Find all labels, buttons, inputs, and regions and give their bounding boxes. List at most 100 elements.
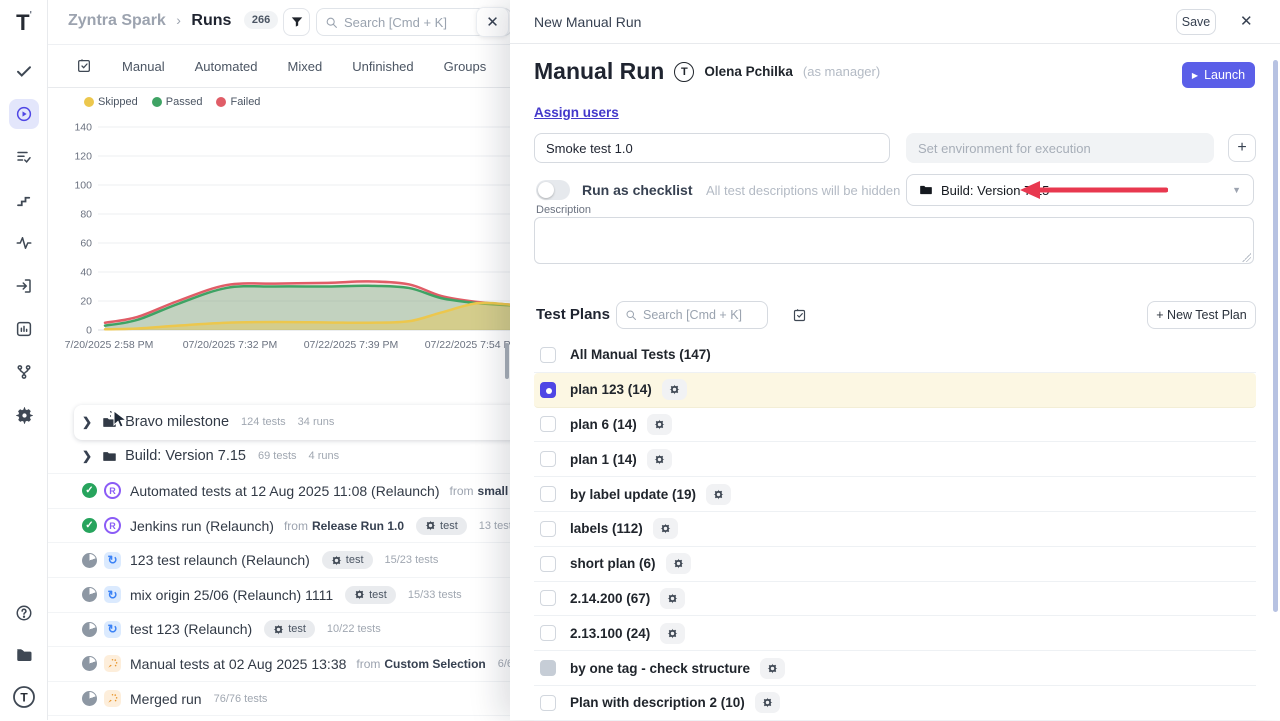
run-tag-chip[interactable]: test — [264, 620, 315, 638]
test-plan-checkbox[interactable] — [540, 660, 556, 676]
test-plan-checkbox[interactable] — [540, 416, 556, 432]
filter-button[interactable] — [283, 8, 310, 36]
breadcrumb-project[interactable]: Zyntra Spark — [68, 12, 166, 29]
run-title[interactable]: mix origin 25/06 (Relaunch) 1111 — [130, 587, 333, 603]
build-select-dropdown[interactable]: Build: Version 7.15 ▼ — [906, 174, 1254, 206]
test-plan-label[interactable]: short plan (6) — [570, 556, 656, 571]
help-icon[interactable] — [9, 598, 39, 628]
test-plan-label[interactable]: Plan with description 2 (10) — [570, 695, 745, 710]
runs-play-circle-icon[interactable] — [9, 99, 39, 129]
branch-icon[interactable] — [9, 357, 39, 387]
drawer-scrollbar-thumb[interactable] — [1273, 60, 1278, 612]
test-plan-row[interactable]: 2.14.200 (67) — [534, 582, 1256, 617]
resize-handle[interactable] — [1242, 253, 1251, 262]
test-plan-row[interactable]: plan 1 (14) — [534, 442, 1256, 477]
test-plan-label[interactable]: 2.13.100 (24) — [570, 626, 650, 641]
tab-mixed[interactable]: Mixed — [288, 59, 323, 74]
search-input[interactable] — [344, 15, 484, 30]
run-as-checklist-toggle[interactable] — [536, 180, 570, 200]
run-title[interactable]: Merged run — [130, 691, 202, 707]
test-plan-checkbox[interactable] — [540, 347, 556, 363]
owner-avatar[interactable]: T — [674, 62, 694, 82]
from-plan-name[interactable]: Release Run 1.0 — [312, 519, 404, 533]
import-icon[interactable] — [9, 271, 39, 301]
test-plan-label[interactable]: plan 6 (14) — [570, 417, 637, 432]
plan-settings-button[interactable] — [653, 518, 678, 539]
plan-settings-button[interactable] — [660, 623, 685, 644]
settings-gear-icon[interactable] — [9, 400, 39, 430]
test-plan-row[interactable]: plan 123 (14) — [534, 373, 1256, 408]
test-plan-row[interactable]: by one tag - check structure — [534, 651, 1256, 686]
test-plan-checkbox[interactable] — [540, 556, 556, 572]
plan-settings-button[interactable] — [647, 414, 672, 435]
plan-settings-button[interactable] — [755, 692, 780, 713]
test-plan-label[interactable]: 2.14.200 (67) — [570, 591, 650, 606]
app-logo-icon[interactable]: T' — [0, 10, 48, 36]
breadcrumb-current[interactable]: Runs — [191, 12, 231, 29]
expand-chevron-icon[interactable]: ❯ — [82, 415, 92, 429]
run-tag-chip[interactable]: test — [416, 517, 467, 535]
test-plan-checkbox[interactable] — [540, 590, 556, 606]
run-title[interactable]: Manual tests at 02 Aug 2025 13:38 — [130, 656, 346, 672]
plan-settings-button[interactable] — [666, 553, 691, 574]
clipboard-check-icon[interactable] — [792, 308, 807, 323]
run-title-input[interactable] — [534, 133, 890, 163]
run-title[interactable]: 123 test relaunch (Relaunch) — [130, 552, 310, 568]
search-clear-button[interactable]: ✕ — [476, 7, 509, 37]
new-test-plan-button[interactable]: + New Test Plan — [1147, 301, 1256, 329]
test-plan-label[interactable]: by label update (19) — [570, 487, 696, 502]
test-plan-checkbox[interactable] — [540, 521, 556, 537]
clipboard-check-icon[interactable] — [76, 58, 92, 74]
tab-manual[interactable]: Manual — [122, 59, 165, 74]
activity-icon[interactable] — [9, 228, 39, 258]
test-plan-checkbox[interactable] — [540, 695, 556, 711]
test-plan-checkbox[interactable] — [540, 486, 556, 502]
assign-users-link[interactable]: Assign users — [534, 105, 619, 120]
test-plan-row[interactable]: All Manual Tests (147) — [534, 338, 1256, 373]
test-plan-label[interactable]: plan 123 (14) — [570, 382, 652, 397]
run-group-title[interactable]: Bravo milestone — [125, 414, 229, 430]
test-plan-row[interactable]: by label update (19) — [534, 477, 1256, 512]
plan-settings-button[interactable] — [647, 449, 672, 470]
projects-folder-icon[interactable] — [9, 640, 39, 670]
test-plan-checkbox[interactable] — [540, 625, 556, 641]
expand-chevron-icon[interactable]: ❯ — [82, 449, 92, 463]
test-plan-label[interactable]: plan 1 (14) — [570, 452, 637, 467]
plan-settings-button[interactable] — [706, 484, 731, 505]
tab-automated[interactable]: Automated — [195, 59, 258, 74]
from-plan-name[interactable]: Custom Selection — [384, 657, 485, 671]
tab-groups[interactable]: Groups — [444, 59, 487, 74]
tests-check-icon[interactable] — [9, 56, 39, 86]
plan-settings-button[interactable] — [662, 379, 687, 400]
test-plan-label[interactable]: All Manual Tests (147) — [570, 347, 711, 362]
test-plan-checkbox[interactable] — [540, 382, 556, 398]
list-check-icon[interactable] — [9, 142, 39, 172]
run-title[interactable]: Automated tests at 12 Aug 2025 11:08 (Re… — [130, 483, 440, 499]
bar-chart-icon[interactable] — [9, 314, 39, 344]
test-plan-row[interactable]: labels (112) — [534, 512, 1256, 547]
test-plan-row[interactable]: 2.13.100 (24) — [534, 616, 1256, 651]
plan-settings-button[interactable] — [660, 588, 685, 609]
save-button[interactable]: Save — [1176, 9, 1216, 35]
plan-settings-button[interactable] — [760, 658, 785, 679]
add-environment-button[interactable]: + — [1228, 134, 1256, 162]
test-plans-search-input[interactable] — [643, 308, 753, 322]
test-plan-checkbox[interactable] — [540, 451, 556, 467]
run-tag-chip[interactable]: test — [322, 551, 373, 569]
launch-button[interactable]: ▶ Launch — [1182, 62, 1255, 88]
tab-unfinished[interactable]: Unfinished — [352, 59, 413, 74]
account-logo-circle-icon[interactable]: T — [9, 682, 39, 712]
test-plan-row[interactable]: plan 6 (14) — [534, 408, 1256, 443]
steps-icon[interactable] — [9, 185, 39, 215]
drawer-close-icon[interactable]: ✕ — [1240, 12, 1253, 30]
description-textarea[interactable] — [534, 217, 1254, 264]
run-title[interactable]: test 123 (Relaunch) — [130, 621, 252, 637]
test-plan-label[interactable]: by one tag - check structure — [570, 661, 750, 676]
run-tag-chip[interactable]: test — [345, 586, 396, 604]
test-plan-row[interactable]: Plan with description 2 (10) — [534, 686, 1256, 721]
environment-input[interactable] — [906, 133, 1214, 163]
test-plans-search[interactable] — [616, 301, 768, 329]
page-scrollbar-thumb[interactable] — [505, 343, 509, 379]
run-title[interactable]: Jenkins run (Relaunch) — [130, 518, 274, 534]
test-plan-label[interactable]: labels (112) — [570, 521, 643, 536]
